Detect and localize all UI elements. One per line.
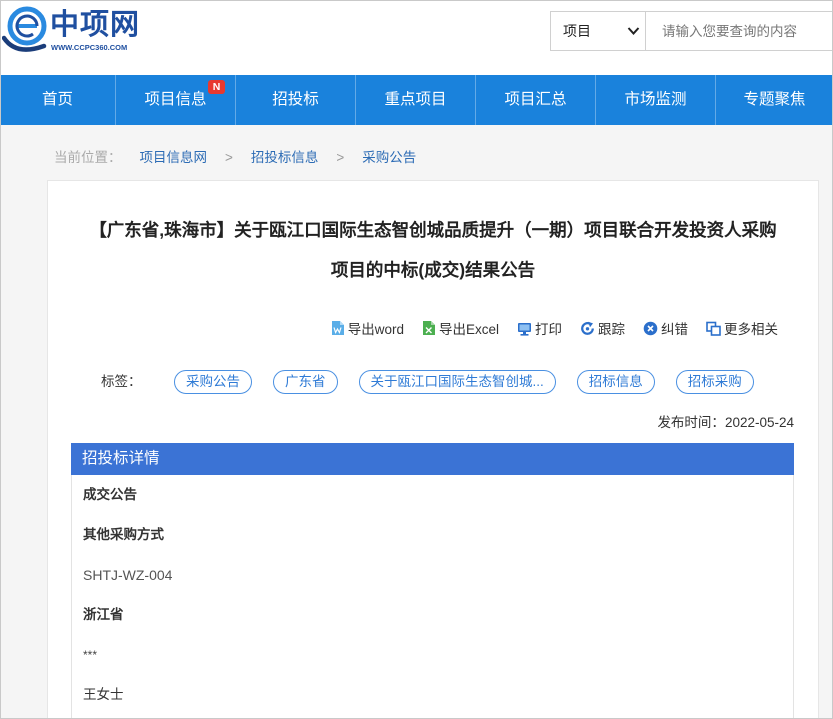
breadcrumb-separator: > [225,150,233,165]
breadcrumb: 当前位置： 项目信息网 > 招投标信息 > 采购公告 [54,148,416,168]
track-button[interactable]: 跟踪 [580,318,625,338]
detail-row: 其他采购方式 [83,527,164,542]
publish-info: 发布时间：2022-05-24 [657,413,794,433]
print-icon [518,322,531,336]
tag-guangdong[interactable]: 广东省 [273,370,338,394]
export-word-label: 导出word [347,322,404,337]
details-heading: 招投标详情 [71,443,794,475]
chevron-down-icon [627,27,640,35]
detail-row: 浙江省 [83,607,124,622]
print-label: 打印 [535,322,562,337]
nav-item-key-projects[interactable]: 重点项目 [356,75,476,125]
more-related-label: 更多相关 [724,322,778,337]
export-word-button[interactable]: 导出word [331,318,404,338]
tag-bidding-info[interactable]: 招标信息 [576,370,655,394]
site-header: 中项网 WWW.CCPC360.COM 项目 [0,0,833,75]
logo-name: 中项网 [50,9,141,41]
search-category-value: 项目 [563,23,591,39]
more-related-button[interactable]: 更多相关 [706,318,778,338]
report-error-label: 纠错 [661,322,688,337]
track-label: 跟踪 [598,322,625,337]
search-category-select[interactable]: 项目 [550,11,646,51]
nav-item-home[interactable]: 首页 [0,75,116,125]
tag-list: 采购公告 广东省 关于瓯江口国际生态智创城... 招标信息 招标采购 [174,370,754,394]
details-body: 成交公告 其他采购方式 SHTJ-WZ-004 浙江省 *** 王女士 [71,475,794,719]
detail-row: *** [83,648,98,662]
article-toolbar: 导出word 导出Excel 打印 跟踪 纠错 更多相关 [313,318,778,338]
report-error-button[interactable]: 纠错 [643,318,688,338]
nav-item-topics[interactable]: 专题聚焦 [716,75,833,125]
export-excel-button[interactable]: 导出Excel [422,318,499,338]
article-title: 【广东省,珠海市】关于瓯江口国际生态智创城品质提升（一期）项目联合开发投资人采购… [47,210,819,290]
breadcrumb-prefix: 当前位置： [54,150,122,165]
publish-date: 2022-05-24 [724,415,794,430]
site-logo[interactable]: 中项网 WWW.CCPC360.COM [2,4,152,58]
publish-label: 发布时间： [657,415,725,430]
nav-item-project-summary[interactable]: 项目汇总 [476,75,596,125]
detail-row: 王女士 [83,687,124,702]
print-button[interactable]: 打印 [517,318,562,338]
word-file-icon [331,321,344,335]
related-icon [706,321,721,336]
nav-item-label: 项目信息 [144,91,207,108]
tag-procurement-notice[interactable]: 采购公告 [174,370,252,394]
detail-row: 成交公告 [83,487,137,502]
track-icon [581,321,594,335]
detail-row: SHTJ-WZ-004 [83,567,173,583]
breadcrumb-link-project-info[interactable]: 项目信息网 [140,148,208,168]
article-title-line: 项目的中标(成交)结果公告 [330,260,536,280]
nav-item-bidding[interactable]: 招投标 [236,75,356,125]
tag-bidding-procurement[interactable]: 招标采购 [675,370,754,394]
excel-file-icon [422,321,435,335]
new-badge: N [208,80,225,94]
tag-project-name[interactable]: 关于瓯江口国际生态智创城... [358,370,556,394]
export-excel-label: 导出Excel [438,322,499,337]
main-nav: 首页 项目信息 N 招投标 重点项目 项目汇总 市场监测 专题聚焦 [0,75,833,125]
breadcrumb-separator: > [336,150,345,165]
nav-item-project-info[interactable]: 项目信息 N [116,75,236,125]
article-title-line: 【广东省,珠海市】关于瓯江口国际生态智创城品质提升（一期）项目联合开发投资人采购 [89,220,777,240]
breadcrumb-link-procurement[interactable]: 采购公告 [362,148,416,168]
search-input[interactable] [645,11,833,51]
globe-logo-icon [2,6,47,52]
tags-label: 标签： [101,374,142,389]
error-report-icon [643,321,658,335]
nav-item-market-monitor[interactable]: 市场监测 [596,75,716,125]
breadcrumb-link-bidding-info[interactable]: 招投标信息 [251,148,319,168]
logo-site-url: WWW.CCPC360.COM [51,43,128,52]
